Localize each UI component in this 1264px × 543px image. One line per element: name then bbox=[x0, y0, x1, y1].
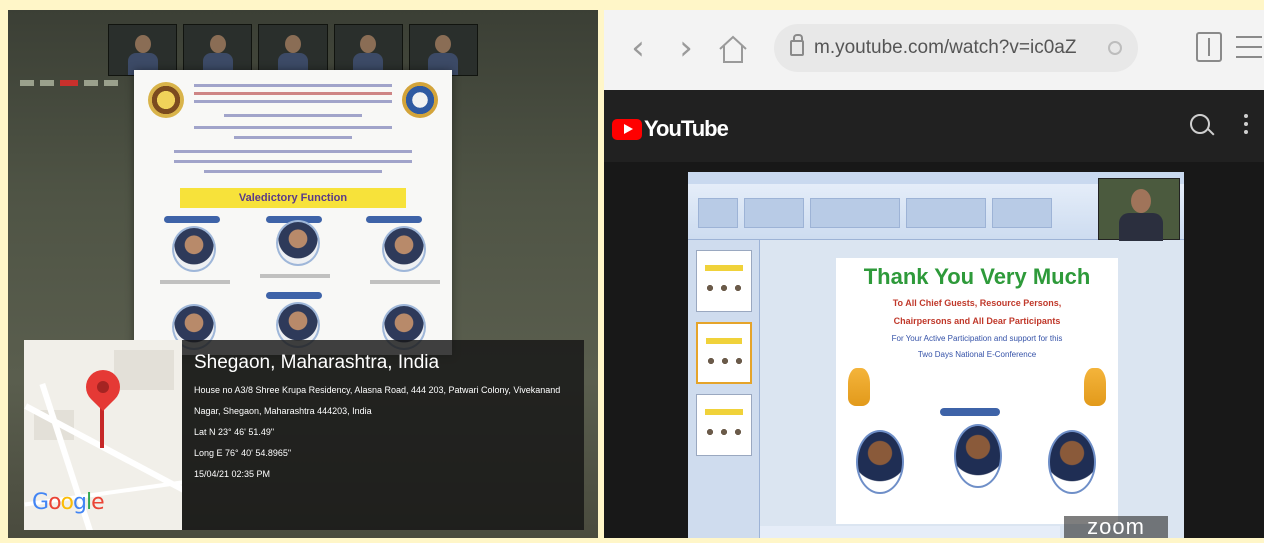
street-address: House no A3/8 Shree Krupa Residency, Ala… bbox=[194, 385, 561, 416]
slide-thumbnails bbox=[688, 240, 760, 538]
speaker-portrait bbox=[276, 220, 320, 266]
place-name: Shegaon, Maharashtra, India bbox=[194, 352, 440, 373]
latitude: Lat N 23° 46' 51.49" bbox=[194, 427, 275, 437]
slide-thumbnail bbox=[696, 250, 752, 312]
participant-video bbox=[333, 24, 403, 76]
reload-icon[interactable] bbox=[1108, 41, 1122, 55]
youtube-logo[interactable]: YouTube bbox=[612, 116, 729, 142]
shared-screen-poster: Valedictory Function bbox=[134, 70, 452, 355]
longitude: Long E 76° 40' 54.8965" bbox=[194, 448, 292, 458]
youtube-header: YouTube bbox=[604, 90, 1264, 162]
slide-line: Chairpersons and All Dear Participants bbox=[893, 316, 1061, 326]
zoom-watermark: zoom bbox=[1064, 516, 1168, 538]
slide-thumbnail bbox=[696, 322, 752, 384]
meeting-controls-bar bbox=[20, 80, 118, 86]
zoom-participant-strip bbox=[108, 24, 479, 76]
powerpoint-status-bar bbox=[760, 526, 1060, 538]
speaker-portrait bbox=[856, 430, 904, 494]
participant-video bbox=[408, 24, 479, 76]
search-icon[interactable] bbox=[1190, 114, 1210, 134]
slide-line: To All Chief Guests, Resource Persons, bbox=[892, 298, 1062, 308]
more-options-icon[interactable] bbox=[1244, 114, 1248, 136]
slide-title: Thank You Very Much bbox=[863, 264, 1091, 289]
poster-banner: Valedictory Function bbox=[180, 188, 406, 208]
speaker-portrait bbox=[1048, 430, 1096, 494]
timestamp: 15/04/21 02:35 PM bbox=[194, 469, 271, 479]
geotagged-photo: Valedictory Function Google Shegaon, Mah… bbox=[8, 10, 598, 538]
speaker-portrait bbox=[382, 226, 426, 272]
presenter-webcam bbox=[1098, 178, 1180, 241]
menu-icon[interactable] bbox=[1236, 36, 1262, 58]
participant-video bbox=[183, 24, 253, 76]
slide-line: Two Days National E-Conference bbox=[917, 350, 1037, 359]
tabs-icon[interactable] bbox=[1196, 32, 1222, 62]
slide-line: For Your Active Participation and suppor… bbox=[891, 334, 1063, 343]
association-logo bbox=[402, 82, 438, 118]
speaker-portrait bbox=[172, 226, 216, 272]
url-text: m.youtube.com/watch?v=ic0aZ bbox=[814, 37, 1077, 58]
lock-icon bbox=[790, 34, 804, 56]
participant-video bbox=[258, 24, 328, 76]
college-logo bbox=[148, 82, 184, 118]
home-icon[interactable] bbox=[716, 32, 750, 66]
speaker-portrait bbox=[954, 424, 1002, 488]
youtube-wordmark: YouTube bbox=[644, 116, 729, 141]
back-arrow-icon[interactable]: ‹ bbox=[618, 28, 658, 68]
mobile-browser: ‹ › m.youtube.com/watch?v=ic0aZ YouTube bbox=[604, 10, 1264, 538]
browser-toolbar: ‹ › m.youtube.com/watch?v=ic0aZ bbox=[604, 10, 1264, 90]
folded-hands-icon bbox=[848, 368, 870, 406]
current-slide: Thank You Very Much To All Chief Guests,… bbox=[836, 258, 1118, 524]
folded-hands-icon bbox=[1084, 368, 1106, 406]
address-bar[interactable]: m.youtube.com/watch?v=ic0aZ bbox=[774, 24, 1138, 72]
recording-indicator bbox=[60, 80, 78, 86]
geotag-card: Google Shegaon, Maharashtra, India House… bbox=[24, 340, 584, 530]
participant-video bbox=[108, 24, 178, 76]
google-logo: Google bbox=[32, 490, 105, 515]
location-info: Shegaon, Maharashtra, India House no A3/… bbox=[182, 340, 584, 530]
video-player[interactable]: Thank You Very Much To All Chief Guests,… bbox=[688, 172, 1184, 538]
forward-arrow-icon[interactable]: › bbox=[666, 28, 706, 68]
map-thumbnail: Google bbox=[24, 340, 182, 530]
slide-thumbnail bbox=[696, 394, 752, 456]
youtube-play-icon bbox=[612, 118, 642, 140]
